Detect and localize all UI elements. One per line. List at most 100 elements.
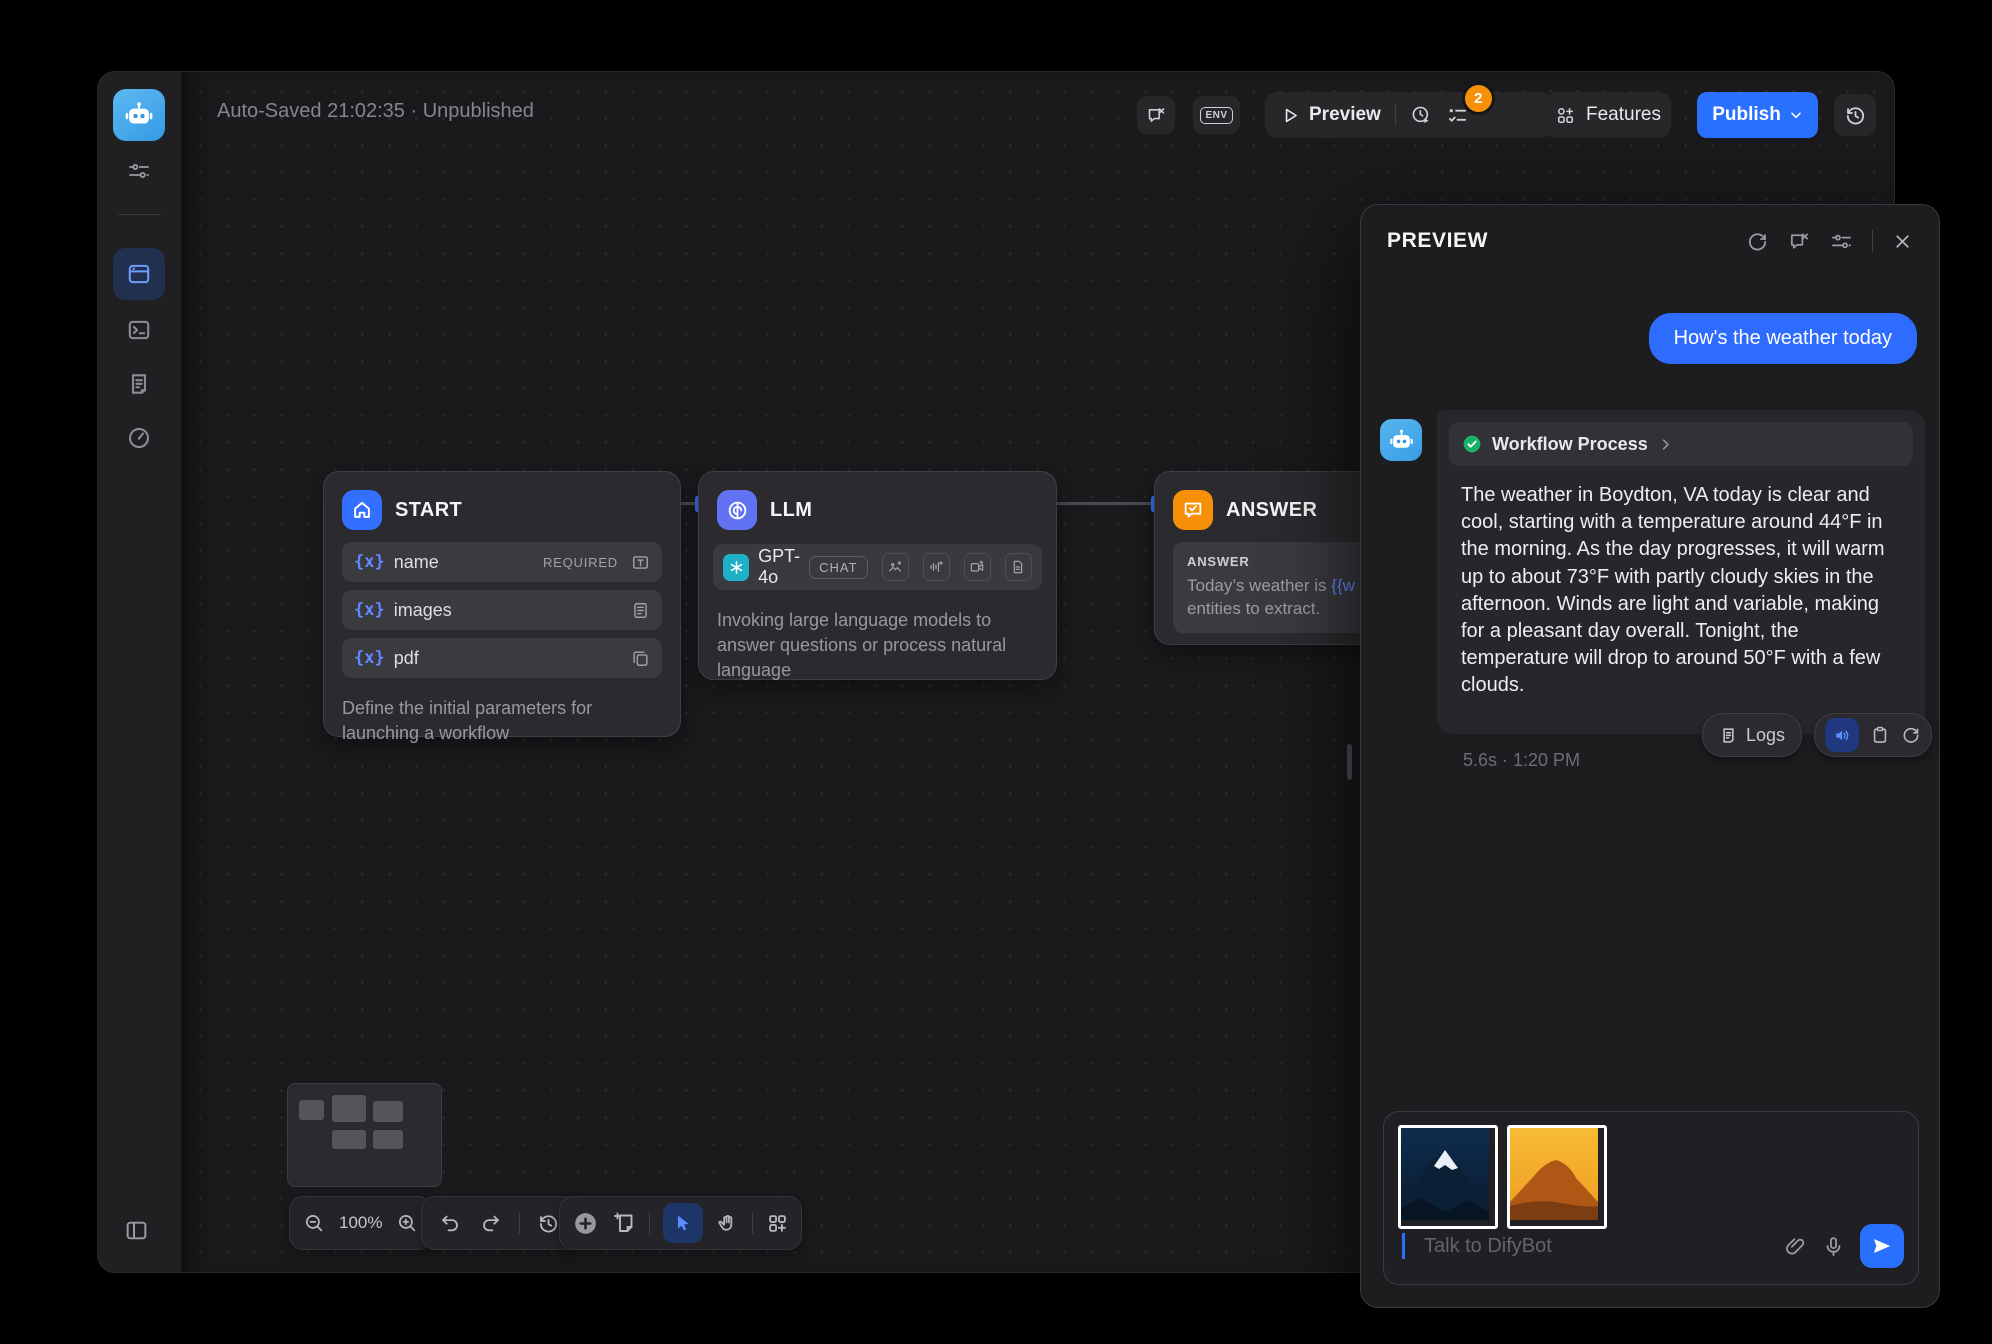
- llm-model-selector[interactable]: GPT-4o CHAT: [713, 544, 1042, 590]
- audio-capability-icon: [923, 553, 950, 581]
- hand-icon: [716, 1212, 739, 1235]
- send-icon: [1871, 1235, 1893, 1257]
- app-window-icon: [126, 261, 152, 287]
- header-divider: [1872, 230, 1873, 252]
- app-logo-difybot[interactable]: [113, 89, 165, 141]
- copy-button[interactable]: [1870, 725, 1890, 745]
- text-caret: [1402, 1233, 1405, 1259]
- attachment-image-mountain-sunset[interactable]: [1507, 1125, 1607, 1229]
- node-llm-header: LLM: [699, 472, 1056, 542]
- publish-button[interactable]: Publish: [1697, 92, 1818, 138]
- conversation-settings-button[interactable]: [1830, 230, 1853, 253]
- history-icon: [537, 1212, 560, 1235]
- chat-input-row: [1402, 1224, 1904, 1268]
- panel-title: PREVIEW: [1387, 229, 1746, 253]
- variable-icon: {x}: [354, 600, 385, 620]
- chat-input[interactable]: [1422, 1234, 1769, 1259]
- workflow-process-toggle[interactable]: Workflow Process: [1449, 422, 1913, 466]
- attachment-image-mountain-night[interactable]: [1398, 1125, 1498, 1229]
- regenerate-button[interactable]: [1901, 725, 1921, 745]
- files-copy-icon: [631, 649, 650, 668]
- paperclip-icon: [1784, 1235, 1807, 1258]
- canvas-minimap[interactable]: [287, 1083, 442, 1187]
- sidebar: [98, 72, 182, 1272]
- close-icon: [1892, 231, 1913, 252]
- sidebar-item-logs[interactable]: [113, 358, 165, 410]
- llm-node-icon: [717, 490, 757, 530]
- logs-icon: [1719, 726, 1738, 745]
- send-message-button[interactable]: [1860, 1224, 1904, 1268]
- home-icon: [355, 503, 369, 517]
- edge-llm-answer[interactable]: [1055, 502, 1154, 505]
- attachment-thumbnails: [1398, 1125, 1607, 1229]
- change-history-button[interactable]: [537, 1212, 560, 1235]
- add-note-annotation-button[interactable]: [1137, 96, 1175, 134]
- add-note-button[interactable]: [612, 1211, 636, 1235]
- preview-run-button[interactable]: Preview: [1281, 104, 1381, 126]
- organize-nodes-button[interactable]: [766, 1212, 789, 1235]
- message-action-bar: Logs: [1702, 713, 1932, 757]
- minimap-node: [373, 1101, 403, 1122]
- sidebar-divider: [118, 214, 161, 215]
- sliders-icon: [127, 159, 151, 183]
- collapse-sidebar-button[interactable]: [124, 1218, 149, 1243]
- answer-node-icon: [1173, 490, 1213, 530]
- undo-button[interactable]: [439, 1212, 462, 1235]
- sidebar-item-orchestrate[interactable]: [113, 248, 165, 300]
- redo-button[interactable]: [479, 1212, 502, 1235]
- workflow-settings-button[interactable]: [113, 154, 165, 188]
- features-button[interactable]: Features: [1545, 92, 1671, 138]
- clipboard-icon: [1870, 725, 1890, 745]
- checklist-badge: 2: [1462, 82, 1495, 115]
- restart-conversation-button[interactable]: [1746, 230, 1769, 253]
- env-variables-button[interactable]: ENV: [1193, 96, 1240, 134]
- node-start[interactable]: START {x} name REQUIRED {x} images {x} p…: [323, 471, 681, 737]
- chevron-right-icon: [1658, 437, 1673, 452]
- zoom-level[interactable]: 100%: [329, 1213, 392, 1233]
- node-llm[interactable]: LLM GPT-4o CHAT: [698, 471, 1057, 680]
- node-title: START: [395, 499, 462, 522]
- logs-button[interactable]: Logs: [1702, 713, 1802, 757]
- sidebar-item-monitoring[interactable]: [113, 412, 165, 464]
- checklist-button[interactable]: 2: [1446, 104, 1469, 127]
- pointer-mode-button[interactable]: [663, 1203, 703, 1243]
- version-history-button[interactable]: [1834, 94, 1876, 136]
- start-field-images: {x} images: [342, 590, 662, 630]
- annotation-button[interactable]: [1788, 230, 1811, 253]
- node-title: LLM: [770, 499, 812, 522]
- logs-label: Logs: [1746, 725, 1785, 746]
- clock-play-icon: [1410, 104, 1432, 126]
- chat-input-box[interactable]: [1383, 1111, 1919, 1285]
- text-to-speech-button[interactable]: [1825, 718, 1859, 752]
- node-description: Invoking large language models to answer…: [699, 594, 1056, 702]
- publish-label: Publish: [1712, 104, 1781, 126]
- play-icon: [1281, 106, 1300, 125]
- bot-avatar: [1380, 419, 1422, 461]
- features-label: Features: [1586, 104, 1661, 126]
- hand-mode-button[interactable]: [716, 1212, 739, 1235]
- minimap-node: [373, 1130, 403, 1149]
- close-panel-button[interactable]: [1892, 231, 1913, 252]
- vision-capability-icon: [882, 553, 909, 581]
- attach-file-button[interactable]: [1784, 1235, 1807, 1258]
- minimap-node: [332, 1095, 366, 1122]
- undo-redo-controls: [421, 1196, 578, 1250]
- start-field-pdf: {x} pdf: [342, 638, 662, 678]
- zoom-in-button[interactable]: [396, 1212, 418, 1234]
- cursor-icon: [672, 1212, 694, 1234]
- chevron-down-icon: [1789, 108, 1803, 122]
- voice-input-button[interactable]: [1822, 1235, 1845, 1258]
- note-icon: [620, 1216, 632, 1232]
- sidebar-item-api[interactable]: [113, 304, 165, 356]
- add-node-button[interactable]: [572, 1210, 599, 1237]
- zoom-out-button[interactable]: [303, 1212, 325, 1234]
- bot-message-card: Workflow Process The weather in Boydton,…: [1437, 410, 1925, 734]
- bot-message-text: The weather in Boydton, VA today is clea…: [1461, 482, 1901, 700]
- autosave-status: Auto-Saved 21:02:35 · Unpublished: [217, 100, 534, 123]
- run-history-button[interactable]: [1410, 104, 1432, 126]
- panel-resize-handle[interactable]: [1347, 744, 1352, 780]
- start-field-name: {x} name REQUIRED: [342, 542, 662, 582]
- log-document-icon: [126, 371, 152, 397]
- preview-panel: PREVIEW: [1360, 204, 1940, 1308]
- field-name: pdf: [394, 648, 622, 669]
